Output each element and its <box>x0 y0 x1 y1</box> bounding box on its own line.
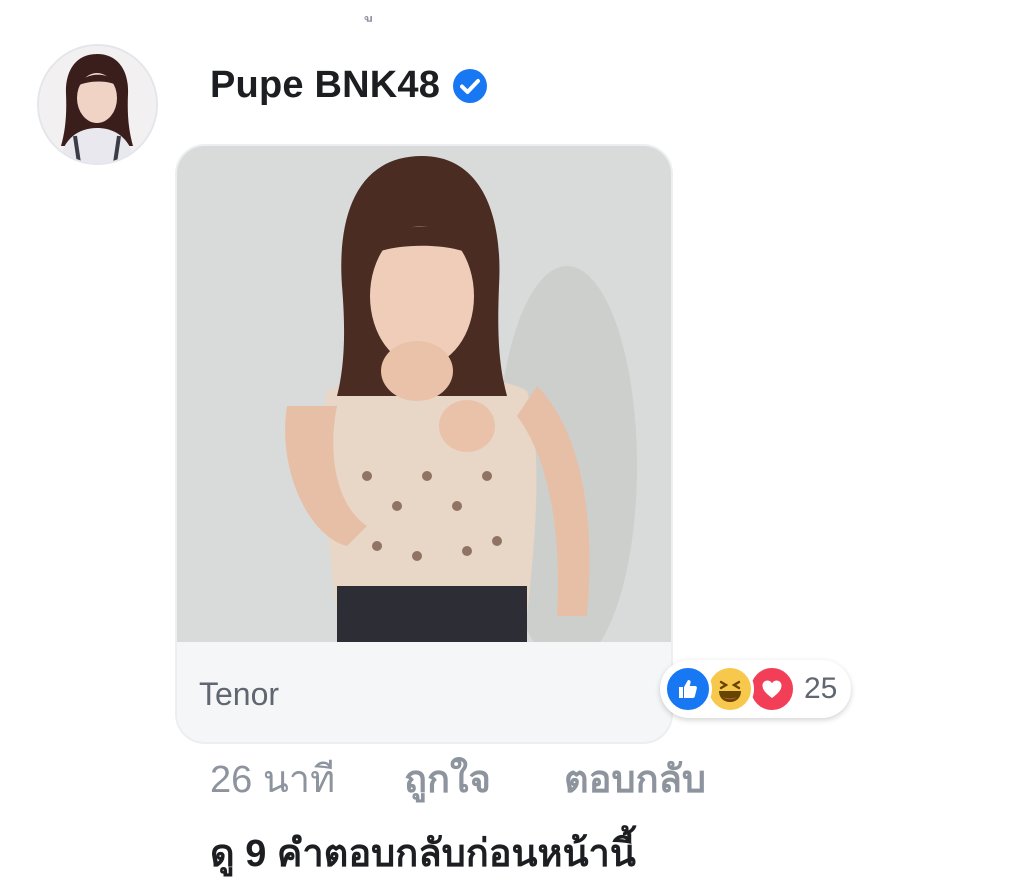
gif-attachment[interactable]: Tenor <box>175 144 673 744</box>
comment-timestamp[interactable]: 26 นาที <box>210 748 404 809</box>
view-previous-replies-link[interactable]: ดู 9 คำตอบกลับก่อนหน้านี้ <box>210 822 636 883</box>
avatar-photo <box>39 46 156 163</box>
like-icon <box>664 665 712 713</box>
verified-check-icon <box>452 68 488 104</box>
reactions-summary[interactable]: 25 <box>660 660 852 718</box>
haha-icon <box>706 665 754 713</box>
author-avatar[interactable] <box>37 44 158 165</box>
comment-header: Pupe BNK48 <box>210 64 488 107</box>
gif-frame <box>177 146 671 666</box>
reaction-count: 25 <box>804 672 838 705</box>
gif-source-label: Tenor <box>199 676 280 712</box>
comment-actions: 26 นาที ถูกใจ ตอบกลับ <box>210 748 706 809</box>
love-icon <box>748 665 796 713</box>
reply-button[interactable]: ตอบกลับ <box>564 748 706 809</box>
gif-image[interactable] <box>177 146 671 666</box>
author-name[interactable]: Pupe BNK48 <box>210 64 440 107</box>
like-button[interactable]: ถูกใจ <box>404 748 564 809</box>
